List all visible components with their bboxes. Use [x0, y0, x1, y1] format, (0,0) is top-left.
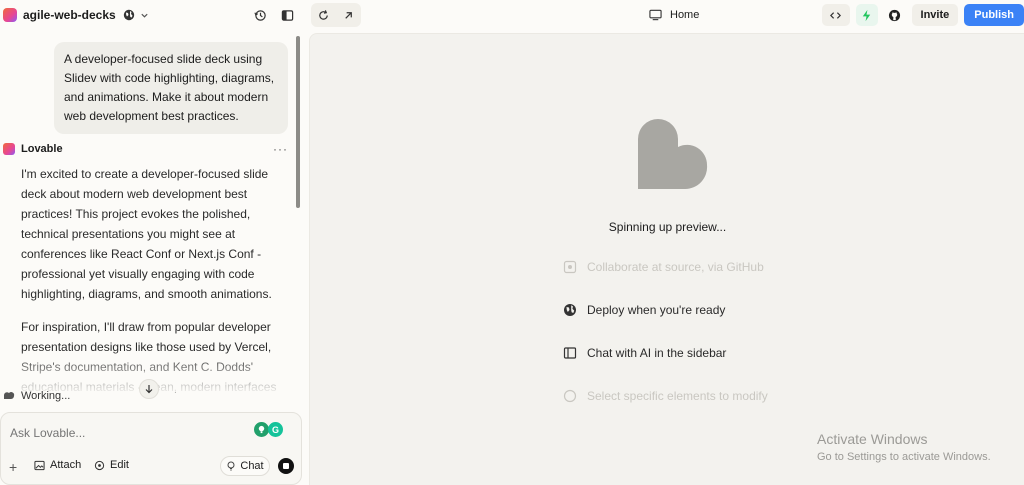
sidebar-toggle-icon [281, 9, 293, 21]
add-button[interactable]: + [9, 459, 17, 475]
project-switcher[interactable]: agile-web-decks [0, 0, 149, 30]
lovable-heart-icon [638, 119, 708, 190]
globe-icon [564, 304, 576, 316]
supabase-button[interactable] [855, 4, 878, 26]
assistant-paragraph: I'm excited to create a developer-focuse… [21, 167, 272, 301]
edit-label: Edit [110, 459, 129, 471]
header-actions: Invite Publish [821, 4, 1024, 26]
feature-label: Select specific elements to modify [587, 389, 768, 403]
grammarly-icon[interactable]: G [268, 422, 283, 437]
history-icon [253, 9, 266, 21]
image-icon [34, 460, 45, 470]
code-icon [830, 11, 842, 19]
publish-button[interactable]: Publish [964, 4, 1024, 26]
target-icon [94, 460, 105, 470]
github-icon [888, 9, 901, 21]
route-label: Home [670, 9, 700, 21]
attach-button[interactable]: Attach [34, 459, 81, 471]
stop-button[interactable] [278, 458, 294, 474]
chevron-down-icon [141, 13, 148, 18]
history-button[interactable] [249, 4, 271, 26]
lovable-avatar-icon [3, 143, 15, 155]
feature-chat: Chat with AI in the sidebar [563, 346, 726, 360]
feature-deploy: Deploy when you're ready [563, 303, 725, 317]
extension-badges: G [254, 422, 283, 437]
feature-label: Collaborate at source, via GitHub [587, 260, 764, 274]
project-name: agile-web-decks [23, 8, 116, 22]
lovable-logo-icon [3, 8, 17, 22]
chat-mode-label: Chat [240, 460, 264, 472]
preview-panel: Spinning up preview... Collaborate at so… [309, 33, 1024, 485]
open-external-button[interactable] [336, 4, 361, 26]
composer-toolbar: + Attach Edit Chat [1, 456, 301, 478]
preview-nav [311, 3, 361, 27]
sidebar-icon [563, 347, 577, 359]
monitor-icon [649, 9, 662, 21]
chat-panel: A developer-focused slide deck using Sli… [0, 30, 302, 485]
assistant-header: Lovable ··· [3, 141, 288, 157]
watermark-title: Activate Windows [817, 431, 928, 447]
feature-label: Chat with AI in the sidebar [587, 346, 727, 360]
refresh-icon [319, 9, 328, 20]
working-label: Working... [21, 390, 71, 402]
invite-button[interactable]: Invite [911, 4, 959, 26]
cursor-circle-icon [563, 389, 577, 403]
feature-select: Select specific elements to modify [563, 389, 768, 403]
chat-mode-button[interactable]: Chat [220, 456, 270, 476]
heart-icon [4, 391, 15, 399]
stop-icon [283, 463, 289, 469]
attach-label: Attach [50, 459, 82, 471]
globe-icon [123, 9, 134, 21]
code-button[interactable] [821, 4, 850, 26]
chat-input[interactable] [10, 426, 240, 440]
message-options-button[interactable]: ··· [273, 142, 288, 156]
external-link-icon [345, 11, 352, 19]
feature-label: Deploy when you're ready [587, 303, 726, 317]
edit-button[interactable]: Edit [94, 459, 129, 471]
route-selector[interactable]: Home [649, 0, 699, 30]
top-bar: agile-web-decks Home Invite Publish [0, 0, 1024, 30]
extension-icon[interactable] [254, 422, 269, 437]
assistant-name: Lovable [21, 143, 63, 155]
feature-github: Collaborate at source, via GitHub [563, 260, 764, 274]
chat-scrollbar[interactable] [296, 36, 300, 208]
refresh-button[interactable] [311, 4, 336, 26]
scroll-to-bottom-button[interactable] [139, 379, 159, 399]
github-square-icon [563, 260, 577, 274]
bolt-icon [862, 9, 871, 21]
preview-status: Spinning up preview... [608, 220, 727, 234]
watermark-subtitle: Go to Settings to activate Windows. [817, 451, 991, 463]
chat-composer: G + Attach Edit Chat [0, 412, 302, 485]
arrow-down-icon [145, 385, 153, 394]
github-button[interactable] [884, 4, 906, 26]
working-status: Working... [3, 390, 70, 402]
lightbulb-icon [227, 461, 235, 471]
sidebar-toggle-button[interactable] [276, 4, 298, 26]
user-message: A developer-focused slide deck using Sli… [54, 42, 288, 134]
windows-activation-watermark: Activate Windows Go to Settings to activ… [817, 431, 991, 463]
